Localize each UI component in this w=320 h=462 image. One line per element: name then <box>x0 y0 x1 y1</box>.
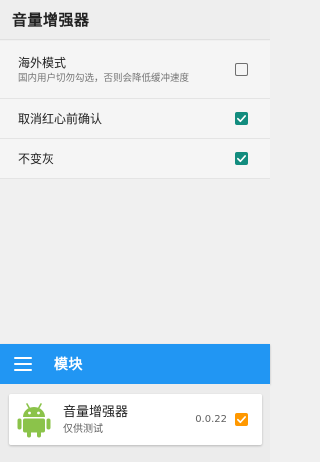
module-version: 0.0.22 <box>195 414 227 425</box>
app-bar: 音量增强器 <box>0 0 270 40</box>
setting-text: 海外模式 国内用户切勿勾选，否则会降低缓冲速度 <box>18 55 235 85</box>
no-gray-checkbox[interactable] <box>235 152 248 165</box>
module-bar-title: 模块 <box>54 357 83 373</box>
module-text: 音量增强器 仅供测试 <box>63 404 195 436</box>
setting-title: 海外模式 <box>18 55 67 70</box>
app-title: 音量增强器 <box>12 11 90 29</box>
setting-text: 不变灰 <box>18 151 235 167</box>
module-bar: 模块 <box>0 344 270 384</box>
setting-confirm-unlike[interactable]: 取消红心前确认 <box>0 99 270 139</box>
setting-title: 不变灰 <box>18 151 55 166</box>
module-list: 音量增强器 仅供测试 0.0.22 <box>0 384 270 462</box>
confirm-unlike-checkbox[interactable] <box>235 112 248 125</box>
module-name: 音量增强器 <box>63 404 129 420</box>
setting-text: 取消红心前确认 <box>18 111 235 127</box>
module-enable-checkbox[interactable] <box>235 413 248 426</box>
setting-title: 取消红心前确认 <box>18 111 103 126</box>
android-icon <box>17 402 51 437</box>
overseas-mode-checkbox[interactable] <box>235 63 248 76</box>
check-icon <box>237 416 246 424</box>
setting-overseas-mode[interactable]: 海外模式 国内用户切勿勾选，否则会降低缓冲速度 <box>0 41 270 99</box>
module-description: 仅供测试 <box>63 423 103 435</box>
check-icon <box>237 115 246 123</box>
setting-no-gray[interactable]: 不变灰 <box>0 139 270 179</box>
setting-summary: 国内用户切勿勾选，否则会降低缓冲速度 <box>18 72 190 84</box>
menu-icon[interactable] <box>14 357 32 371</box>
check-icon <box>237 155 246 163</box>
module-card[interactable]: 音量增强器 仅供测试 0.0.22 <box>9 394 262 445</box>
settings-list: 海外模式 国内用户切勿勾选，否则会降低缓冲速度 取消红心前确认 不变灰 <box>0 41 270 179</box>
